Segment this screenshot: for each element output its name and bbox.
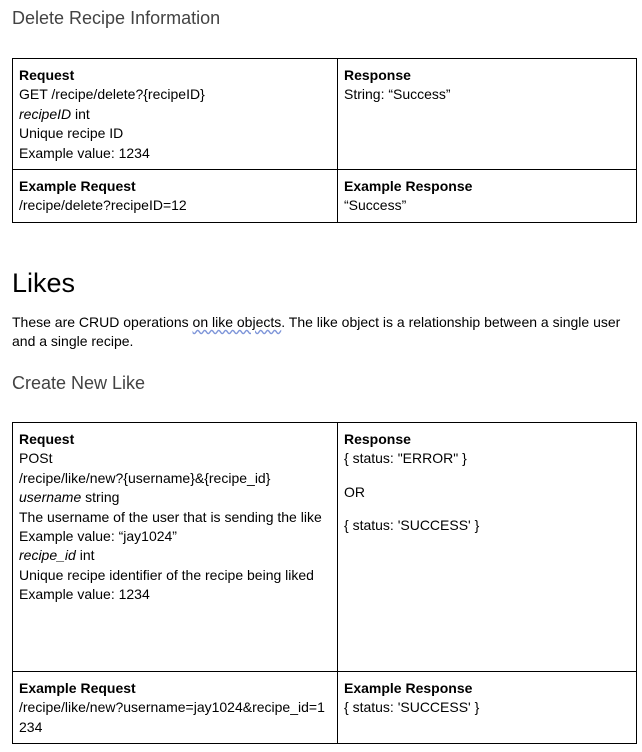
- request-cell: Request GET /recipe/delete?{recipeID} re…: [12, 57, 338, 171]
- delete-recipe-table: Request GET /recipe/delete?{recipeID} re…: [12, 57, 637, 224]
- example-request-cell: Example Request /recipe/like/new?usernam…: [12, 670, 338, 745]
- example-response-value: “Success”: [344, 197, 407, 214]
- response-error: { status: "ERROR" }: [344, 450, 467, 467]
- param-name: username: [19, 489, 82, 506]
- request-header: Request: [19, 67, 75, 83]
- request-cell: Request POSt /recipe/like/new?{username}…: [12, 422, 338, 672]
- table-row: Example Request /recipe/like/new?usernam…: [12, 670, 637, 745]
- request-endpoint: /recipe/like/new?{username}&{recipe_id}: [19, 469, 271, 486]
- example-response-header: Example Response: [344, 680, 473, 696]
- param-type: int: [71, 105, 90, 122]
- param-example: Example value: 1234: [19, 144, 150, 161]
- request-method: POSt: [19, 450, 53, 467]
- table-row: Request GET /recipe/delete?{recipeID} re…: [12, 57, 637, 171]
- response-or: OR: [344, 483, 365, 500]
- example-request-value: /recipe/delete?recipeID=12: [19, 197, 187, 214]
- response-header: Response: [344, 67, 411, 83]
- create-like-table: Request POSt /recipe/like/new?{username}…: [12, 422, 637, 745]
- likes-heading: Likes: [12, 268, 76, 298]
- param-description: Unique recipe identifier of the recipe b…: [19, 566, 314, 583]
- example-response-cell: Example Response { status: 'SUCCESS' }: [337, 670, 637, 745]
- example-response-header: Example Response: [344, 178, 473, 195]
- param-type: string: [81, 489, 120, 506]
- example-request-value: /recipe/like/new?username=jay1024&recipe…: [19, 699, 325, 735]
- param-line: username string: [19, 488, 331, 507]
- param-description: Unique recipe ID: [19, 125, 124, 142]
- response-cell: Response String: “Success”: [337, 57, 637, 171]
- param-description: The username of the user that is sending…: [19, 508, 322, 525]
- response-header: Response: [344, 431, 411, 447]
- param-name: recipe_id: [19, 547, 76, 564]
- section-title-create-like: Create New Like: [12, 373, 146, 393]
- section-title-delete-recipe: Delete Recipe Information: [12, 8, 221, 28]
- request-header: Request: [19, 431, 75, 447]
- param-name: recipeID: [19, 105, 72, 122]
- table-row: Request POSt /recipe/like/new?{username}…: [12, 422, 637, 672]
- likes-intro-before: These are CRUD operations: [12, 314, 193, 330]
- param-line: recipe_id int: [19, 546, 331, 565]
- likes-intro: These are CRUD operations on like object…: [12, 313, 630, 351]
- param-example: Example value: “jay1024”: [19, 528, 177, 545]
- example-request-cell: Example Request /recipe/delete?recipeID=…: [12, 169, 338, 224]
- response-cell: Response { status: "ERROR" } OR { status…: [337, 422, 637, 672]
- example-response-cell: Example Response “Success”: [337, 169, 637, 224]
- param-line: recipeID int: [19, 105, 331, 124]
- response-value: String: “Success”: [344, 86, 451, 103]
- request-endpoint: GET /recipe/delete?{recipeID}: [19, 86, 205, 103]
- example-request-header: Example Request: [19, 178, 136, 195]
- param-type: int: [75, 547, 95, 564]
- example-response-value: { status: 'SUCCESS' }: [344, 699, 480, 716]
- param-example: Example value: 1234: [19, 586, 150, 603]
- example-request-header: Example Request: [19, 680, 136, 696]
- likes-intro-spellcheck: on like objects: [192, 314, 282, 330]
- table-row: Example Request /recipe/delete?recipeID=…: [12, 169, 637, 224]
- response-success: { status: 'SUCCESS' }: [344, 517, 480, 534]
